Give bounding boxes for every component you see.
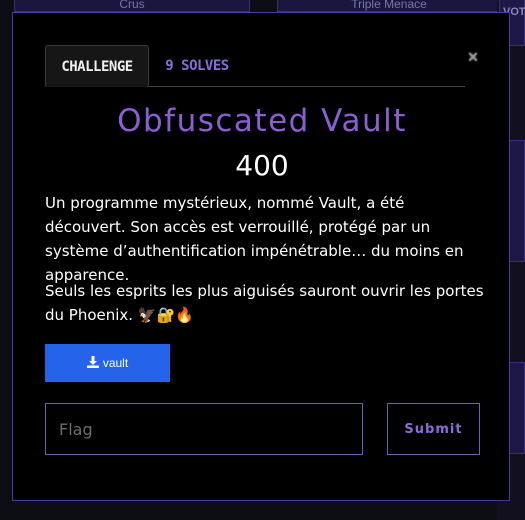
download-icon — [86, 356, 99, 368]
tab-challenge[interactable]: CHALLENGE — [45, 45, 149, 87]
background-challenge-card[interactable]: Crus — [14, 0, 250, 12]
close-icon[interactable]: × — [464, 48, 482, 66]
download-file-label: vault — [102, 356, 129, 370]
challenge-title: Obfuscated Vault — [117, 103, 407, 139]
challenge-modal: × CHALLENGE 9 SOLVES Obfuscated Vault 40… — [12, 12, 510, 501]
tab-solves[interactable]: 9 SOLVES — [157, 45, 237, 87]
modal-tabs: CHALLENGE 9 SOLVES — [45, 45, 465, 87]
challenge-points: 400 — [235, 149, 289, 182]
download-file-button[interactable]: vault — [45, 344, 170, 382]
challenge-description: Un programme mystérieux, nommé Vault, a … — [45, 194, 464, 284]
background-challenge-card[interactable]: Triple Menace — [277, 0, 501, 12]
submit-button[interactable]: Submit — [387, 403, 480, 455]
challenge-description: Seuls les esprits les plus aiguisés saur… — [45, 282, 484, 324]
flag-input[interactable] — [45, 403, 363, 455]
